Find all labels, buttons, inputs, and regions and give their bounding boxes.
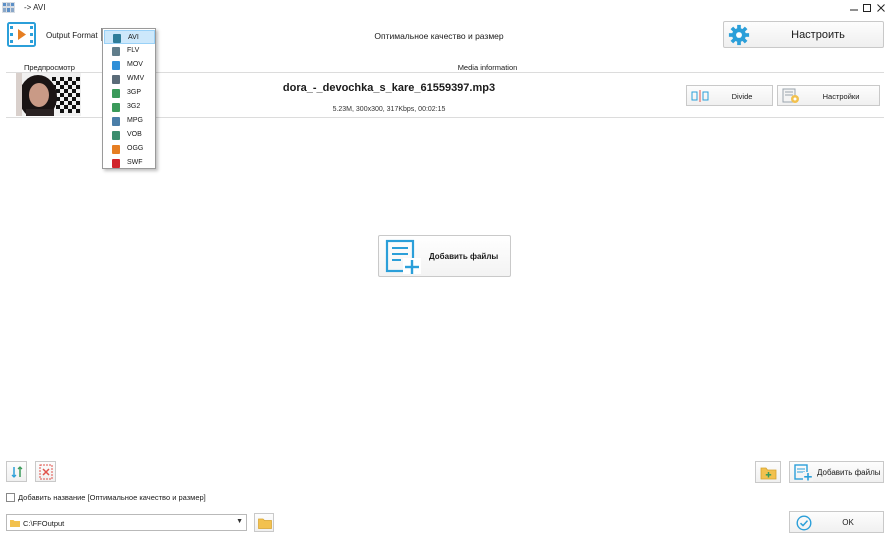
file-settings-button[interactable]: Настройки (777, 85, 880, 106)
3g2-icon (112, 103, 120, 112)
3gp-icon (112, 89, 120, 98)
format-option-ogg[interactable]: OGG (104, 142, 155, 156)
format-option-swf[interactable]: SWF (104, 156, 155, 170)
format-option-label: 3GP (127, 89, 142, 96)
configure-button[interactable]: Настроить (723, 21, 884, 48)
file-settings-label: Настройки (822, 92, 860, 101)
format-option-label: VOB (127, 131, 142, 138)
format-option-mov[interactable]: MOV (104, 58, 155, 72)
add-file-icon (385, 239, 421, 274)
chevron-down-icon[interactable]: ▼ (236, 518, 243, 525)
wmv-icon (112, 75, 120, 84)
add-title-checkbox[interactable] (6, 493, 15, 502)
format-option-label: AVI (128, 34, 139, 41)
format-option-label: FLV (127, 47, 140, 54)
ok-button[interactable]: OK (789, 511, 884, 533)
ogg-icon (112, 145, 120, 154)
remove-button[interactable] (35, 461, 56, 482)
folder-icon (258, 518, 272, 529)
avi-icon (113, 34, 121, 43)
format-option-3g2[interactable]: 3G2 (104, 100, 155, 114)
add-title-label: Добавить название [Оптимальное качество … (18, 493, 206, 502)
divide-button[interactable]: Divide (686, 85, 773, 106)
add-files-center-label: Добавить файлы (429, 252, 499, 261)
add-files-label: Добавить файлы (817, 468, 881, 477)
format-option-label: SWF (127, 159, 143, 166)
gear-icon (728, 24, 750, 46)
sort-icon (11, 466, 23, 478)
mpg-icon (112, 117, 120, 126)
swf-icon (112, 159, 120, 168)
sort-button[interactable] (6, 461, 27, 482)
format-option-avi[interactable]: AVI (104, 30, 155, 44)
configure-label: Настроить (791, 29, 845, 41)
close-icon[interactable] (874, 1, 888, 15)
format-option-3gp[interactable]: 3GP (104, 86, 155, 100)
divide-label: Divide (731, 92, 753, 101)
format-option-vob[interactable]: VOB (104, 128, 155, 142)
remove-file-icon (39, 464, 53, 480)
format-option-flv[interactable]: FLV (104, 44, 155, 58)
format-option-label: 3G2 (127, 103, 141, 110)
window-title: -> AVI (24, 3, 46, 12)
title-bar: -> AVI (0, 0, 890, 16)
minimize-icon[interactable] (847, 1, 861, 15)
add-files-button[interactable]: Добавить файлы (789, 461, 884, 483)
browse-folder-button[interactable] (254, 513, 274, 532)
flv-icon (112, 47, 120, 56)
format-option-mpg[interactable]: MPG (104, 114, 155, 128)
vob-icon (112, 131, 120, 140)
maximize-icon[interactable] (860, 1, 874, 15)
folder-icon (10, 520, 20, 527)
divide-icon (691, 90, 709, 102)
format-option-label: MOV (127, 61, 143, 68)
add-folder-icon (760, 467, 777, 480)
app-icon (2, 2, 15, 13)
file-settings-icon (782, 88, 799, 103)
output-path-combo[interactable]: C:\FFOutput ▼ (6, 514, 247, 531)
check-circle-icon (796, 515, 812, 531)
mov-icon (112, 61, 120, 70)
ok-label: OK (842, 518, 854, 527)
format-option-label: WMV (127, 75, 145, 82)
add-folder-button[interactable] (755, 461, 781, 483)
format-dropdown-list: AVI FLV MOV WMV 3GP 3G2 MPG VOB OGG SWF (102, 28, 156, 169)
output-path-value: C:\FFOutput (23, 519, 65, 528)
add-file-icon (794, 464, 813, 481)
format-option-wmv[interactable]: WMV (104, 72, 155, 86)
format-option-label: MPG (127, 117, 143, 124)
format-option-label: OGG (127, 145, 144, 152)
add-files-center-button[interactable]: Добавить файлы (378, 235, 511, 277)
